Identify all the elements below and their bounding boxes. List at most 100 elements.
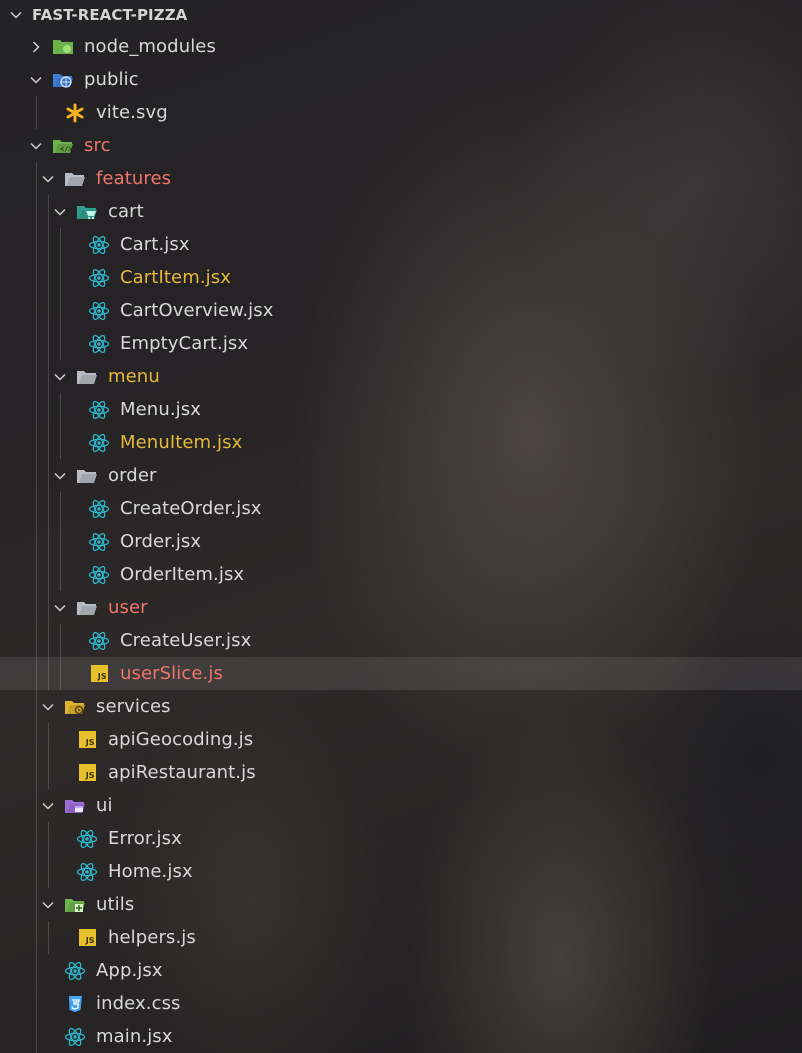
folder-open-icon xyxy=(76,598,98,618)
folder-label: features xyxy=(96,168,172,189)
file-row[interactable]: JS apiRestaurant.js xyxy=(0,756,802,789)
indent-guide xyxy=(36,525,37,558)
file-row[interactable]: CartOverview.jsx xyxy=(0,294,802,327)
file-row[interactable]: CreateUser.jsx xyxy=(0,624,802,657)
file-row[interactable]: Error.jsx xyxy=(0,822,802,855)
folder-row[interactable]: services xyxy=(0,690,802,723)
file-label: CartOverview.jsx xyxy=(120,300,274,321)
indent-guide xyxy=(36,558,37,591)
react-icon xyxy=(88,301,110,321)
indent-guide xyxy=(48,657,49,690)
indent-guide xyxy=(36,195,37,228)
folder-row[interactable]: user xyxy=(0,591,802,624)
file-label: MenuItem.jsx xyxy=(120,432,243,453)
folder-label: menu xyxy=(108,366,160,387)
indent-guide xyxy=(36,756,37,789)
indent-guide xyxy=(36,954,37,987)
file-row[interactable]: Home.jsx xyxy=(0,855,802,888)
chevron-down-icon[interactable] xyxy=(52,600,68,616)
folder-row[interactable]: cart xyxy=(0,195,802,228)
file-label: apiRestaurant.js xyxy=(108,762,256,783)
file-row[interactable]: EmptyCart.jsx xyxy=(0,327,802,360)
css-icon xyxy=(64,994,86,1014)
file-label: helpers.js xyxy=(108,927,196,948)
folder-row[interactable]: order xyxy=(0,459,802,492)
chevron-down-icon xyxy=(8,7,24,23)
react-icon xyxy=(64,961,86,981)
indent-guide xyxy=(36,657,37,690)
chevron-down-icon[interactable] xyxy=(52,204,68,220)
indent-guide xyxy=(48,360,49,393)
project-root[interactable]: FAST-REACT-PIZZA xyxy=(0,0,802,30)
indent-guide xyxy=(60,426,61,459)
folder-row[interactable]: utils xyxy=(0,888,802,921)
chevron-down-icon[interactable] xyxy=(40,171,56,187)
file-row[interactable]: CartItem.jsx xyxy=(0,261,802,294)
folder-row[interactable]: node_modules xyxy=(0,30,802,63)
folder-label: order xyxy=(108,465,157,486)
file-row[interactable]: Order.jsx xyxy=(0,525,802,558)
folder-row[interactable]: features xyxy=(0,162,802,195)
file-row[interactable]: JS helpers.js xyxy=(0,921,802,954)
folder-open-icon xyxy=(76,466,98,486)
file-row[interactable]: JS userSlice.js xyxy=(0,657,802,690)
indent-guide xyxy=(36,789,37,822)
indent-guide xyxy=(48,327,49,360)
file-row[interactable]: vite.svg xyxy=(0,96,802,129)
file-row[interactable]: MenuItem.jsx xyxy=(0,426,802,459)
indent-guide xyxy=(48,492,49,525)
react-icon xyxy=(88,433,110,453)
indent-guide xyxy=(48,228,49,261)
react-icon xyxy=(64,1027,86,1047)
indent-guide xyxy=(48,558,49,591)
indent-guide xyxy=(36,393,37,426)
js-file-icon: JS xyxy=(76,730,98,750)
folder-label: services xyxy=(96,696,171,717)
indent-guide xyxy=(48,525,49,558)
file-label: App.jsx xyxy=(96,960,163,981)
file-row[interactable]: OrderItem.jsx xyxy=(0,558,802,591)
file-label: Error.jsx xyxy=(108,828,182,849)
file-label: Cart.jsx xyxy=(120,234,190,255)
folder-row[interactable]: public xyxy=(0,63,802,96)
file-label: Order.jsx xyxy=(120,531,202,552)
folder-row[interactable]: </> src xyxy=(0,129,802,162)
file-row[interactable]: CreateOrder.jsx xyxy=(0,492,802,525)
chevron-down-icon[interactable] xyxy=(28,72,44,88)
ui-folder-icon xyxy=(64,796,86,816)
chevron-right-icon[interactable] xyxy=(28,39,44,55)
indent-guide xyxy=(48,195,49,228)
chevron-down-icon[interactable] xyxy=(40,897,56,913)
indent-guide xyxy=(60,327,61,360)
indent-guide xyxy=(48,921,49,954)
indent-guide xyxy=(36,228,37,261)
file-row[interactable]: JS apiGeocoding.js xyxy=(0,723,802,756)
chevron-down-icon[interactable] xyxy=(52,468,68,484)
folder-open-icon xyxy=(76,367,98,387)
indent-guide xyxy=(60,393,61,426)
folder-label: public xyxy=(84,69,139,90)
file-row[interactable]: Menu.jsx xyxy=(0,393,802,426)
file-label: CreateOrder.jsx xyxy=(120,498,262,519)
chevron-down-icon[interactable] xyxy=(28,138,44,154)
chevron-down-icon[interactable] xyxy=(40,699,56,715)
file-row[interactable]: Cart.jsx xyxy=(0,228,802,261)
chevron-down-icon[interactable] xyxy=(52,369,68,385)
file-row[interactable]: App.jsx xyxy=(0,954,802,987)
folder-label: cart xyxy=(108,201,144,222)
indent-guide xyxy=(48,855,49,888)
file-label: OrderItem.jsx xyxy=(120,564,245,585)
indent-guide xyxy=(36,492,37,525)
folder-row[interactable]: menu xyxy=(0,360,802,393)
file-label: apiGeocoding.js xyxy=(108,729,254,750)
indent-guide xyxy=(48,426,49,459)
file-label: main.jsx xyxy=(96,1026,173,1047)
indent-guide xyxy=(36,96,37,129)
file-row[interactable]: index.css xyxy=(0,987,802,1020)
file-row[interactable]: main.jsx xyxy=(0,1020,802,1053)
chevron-down-icon[interactable] xyxy=(40,798,56,814)
react-icon xyxy=(88,631,110,651)
folder-open-icon xyxy=(64,169,86,189)
project-root-label: FAST-REACT-PIZZA xyxy=(32,6,188,24)
folder-row[interactable]: ui xyxy=(0,789,802,822)
